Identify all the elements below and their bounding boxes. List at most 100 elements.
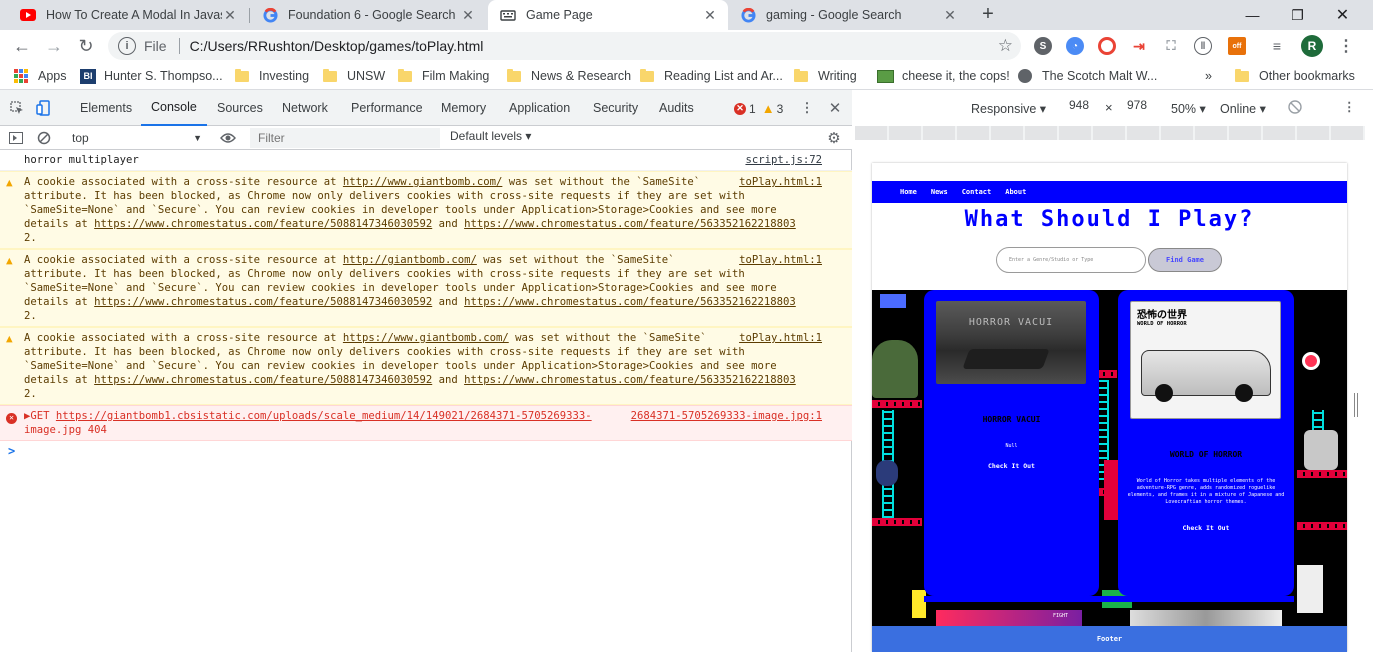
- robot-sprite: [1297, 565, 1323, 613]
- check-it-out-link[interactable]: Check It Out: [924, 462, 1099, 470]
- next-card-image-peek: FIGHT: [936, 610, 1082, 626]
- browser-tab-3[interactable]: Game Page ✕: [488, 0, 728, 30]
- error-icon: ✕: [6, 410, 18, 424]
- console-url-link[interactable]: http://www.giantbomb.com/: [343, 176, 502, 188]
- bookmark-star-icon[interactable]: ☆: [998, 36, 1013, 56]
- url-text[interactable]: C:/Users/RRushton/Desktop/games/toPlay.h…: [190, 38, 484, 54]
- back-button[interactable]: ←: [10, 34, 34, 58]
- bookmark-unsw[interactable]: UNSW: [323, 68, 385, 84]
- new-tab-button[interactable]: +: [976, 2, 1000, 26]
- check-it-out-link[interactable]: Check It Out: [1118, 524, 1294, 532]
- bookmark-investing[interactable]: Investing: [235, 68, 309, 84]
- network-throttle-dropdown[interactable]: Online ▾: [1220, 101, 1266, 116]
- close-tab-icon[interactable]: ✕: [460, 7, 476, 23]
- tab-sources[interactable]: Sources: [217, 90, 263, 126]
- console-source-link[interactable]: toPlay.html:1: [739, 331, 822, 345]
- console-source-link[interactable]: toPlay.html:1: [739, 175, 822, 189]
- forward-button[interactable]: →: [42, 34, 66, 58]
- console-url-link[interactable]: https://www.chromestatus.com/feature/508…: [94, 218, 432, 230]
- more-bookmarks-button[interactable]: »: [1205, 68, 1212, 84]
- context-selector[interactable]: top ▼: [64, 128, 206, 148]
- device-mode-dropdown[interactable]: Responsive ▾: [971, 101, 1046, 116]
- close-window-button[interactable]: ✕: [1320, 0, 1365, 30]
- console-url-link[interactable]: https://www.chromestatus.com/feature/508…: [94, 296, 432, 308]
- translate-extension-icon[interactable]: ⛶: [1162, 37, 1180, 55]
- site-nav-home[interactable]: Home: [900, 188, 917, 196]
- browser-tab-4[interactable]: gaming - Google Search ✕: [728, 0, 968, 30]
- tab-memory[interactable]: Memory: [441, 90, 486, 126]
- tab-console[interactable]: Console: [141, 90, 207, 126]
- site-nav-contact[interactable]: Contact: [962, 188, 992, 196]
- console-url-link[interactable]: https://www.chromestatus.com/feature/563…: [464, 374, 796, 386]
- console-url-link[interactable]: https://www.chromestatus.com/feature/563…: [464, 218, 796, 230]
- bookmark-news-research[interactable]: News & Research: [507, 68, 631, 84]
- device-more-options-icon[interactable]: ⋮: [1343, 99, 1356, 114]
- log-levels-dropdown[interactable]: Default levels ▾: [450, 129, 531, 143]
- bookmark-cheese-it[interactable]: cheese it, the cops!: [877, 68, 1010, 84]
- info-icon[interactable]: i: [118, 37, 136, 55]
- pause-extension-icon[interactable]: ‖: [1194, 37, 1212, 55]
- error-count-badge[interactable]: ✕ 1 ▲ 3: [734, 101, 783, 116]
- console-url-link[interactable]: https://www.chromestatus.com/feature/508…: [94, 374, 432, 386]
- close-tab-icon[interactable]: ✕: [942, 7, 958, 23]
- close-devtools-icon[interactable]: ✕: [827, 100, 843, 117]
- console-url-link[interactable]: https://giantbomb1.cbsistatic.com/upload…: [56, 410, 592, 422]
- zoom-dropdown[interactable]: 50% ▾: [1171, 101, 1206, 116]
- clock-extension-icon[interactable]: ◔: [1066, 37, 1084, 55]
- tab-security[interactable]: Security: [593, 90, 638, 126]
- live-expression-eye-icon[interactable]: [220, 130, 236, 146]
- bookmark-apps[interactable]: Apps: [14, 68, 67, 84]
- viewport-width-input[interactable]: 948: [1063, 98, 1095, 112]
- devtools-menu-icon[interactable]: ⋮: [799, 100, 815, 116]
- cast-extension-icon[interactable]: ⇥: [1130, 37, 1148, 55]
- bookmark-scotch-malt[interactable]: The Scotch Malt W...: [1018, 68, 1157, 84]
- console-message-line: `SameSite=None` and `Secure`. You can re…: [24, 282, 777, 294]
- close-tab-icon[interactable]: ✕: [702, 7, 718, 23]
- console-source-link[interactable]: script.js:72: [745, 153, 822, 167]
- console-url-link[interactable]: https://www.chromestatus.com/feature/563…: [464, 296, 796, 308]
- site-nav-about[interactable]: About: [1005, 188, 1026, 196]
- console-url-link[interactable]: http://giantbomb.com/: [343, 254, 477, 266]
- tab-network[interactable]: Network: [282, 90, 328, 126]
- off-extension-icon[interactable]: off: [1228, 37, 1246, 55]
- bookmark-hunter[interactable]: BI Hunter S. Thompso...: [80, 68, 223, 84]
- viewport-height-input[interactable]: 978: [1121, 98, 1153, 112]
- inspect-element-icon[interactable]: [9, 100, 25, 116]
- reload-button[interactable]: ↻: [74, 34, 98, 58]
- other-bookmarks[interactable]: Other bookmarks: [1235, 68, 1355, 84]
- bookmark-label: UNSW: [347, 69, 386, 83]
- tab-elements[interactable]: Elements: [80, 90, 132, 126]
- find-game-button[interactable]: Find Game: [1148, 248, 1222, 272]
- profile-avatar[interactable]: R: [1301, 35, 1323, 57]
- site-search-input[interactable]: Enter a Genre/Studio or Type: [996, 247, 1146, 273]
- clear-console-icon[interactable]: [36, 130, 52, 146]
- browser-tab-1[interactable]: How To Create A Modal In Javasc ✕: [8, 0, 248, 30]
- chrome-extension-icon[interactable]: [1098, 37, 1116, 55]
- close-tab-icon[interactable]: ✕: [222, 7, 238, 23]
- tab-audits[interactable]: Audits: [659, 90, 694, 126]
- footer-label: Footer: [1096, 635, 1123, 643]
- browser-tab-2[interactable]: Foundation 6 - Google Search ✕: [250, 0, 486, 30]
- skype-icon[interactable]: S: [1034, 37, 1052, 55]
- bookmark-reading-list[interactable]: Reading List and Ar...: [640, 68, 783, 84]
- device-toolbar-icon[interactable]: [35, 100, 51, 116]
- console-source-link[interactable]: toPlay.html:1: [739, 253, 822, 267]
- restore-button[interactable]: ❐: [1275, 0, 1320, 30]
- console-url-link[interactable]: https://www.giantbomb.com/: [343, 332, 509, 344]
- resize-handle[interactable]: [1354, 393, 1358, 417]
- rotate-icon[interactable]: [1288, 100, 1302, 117]
- sidebar-toggle-icon[interactable]: [8, 130, 24, 146]
- minimize-button[interactable]: —: [1230, 0, 1275, 30]
- address-bar[interactable]: i File C:/Users/RRushton/Desktop/games/t…: [108, 32, 1021, 60]
- site-nav-news[interactable]: News: [931, 188, 948, 196]
- chrome-menu-icon[interactable]: ⋮: [1338, 36, 1354, 56]
- bookmark-film-making[interactable]: Film Making: [398, 68, 489, 84]
- console-prompt[interactable]: >: [0, 441, 852, 461]
- tab-application[interactable]: Application: [509, 90, 570, 126]
- bookmark-writing[interactable]: Writing: [794, 68, 857, 84]
- reading-list-icon[interactable]: ≡: [1268, 37, 1286, 55]
- console-filter-input[interactable]: [250, 128, 440, 148]
- console-source-link[interactable]: 2684371-5705269333-image.jpg:1: [631, 409, 822, 423]
- console-settings-gear-icon[interactable]: ⚙: [826, 130, 842, 147]
- tab-performance[interactable]: Performance: [351, 90, 423, 126]
